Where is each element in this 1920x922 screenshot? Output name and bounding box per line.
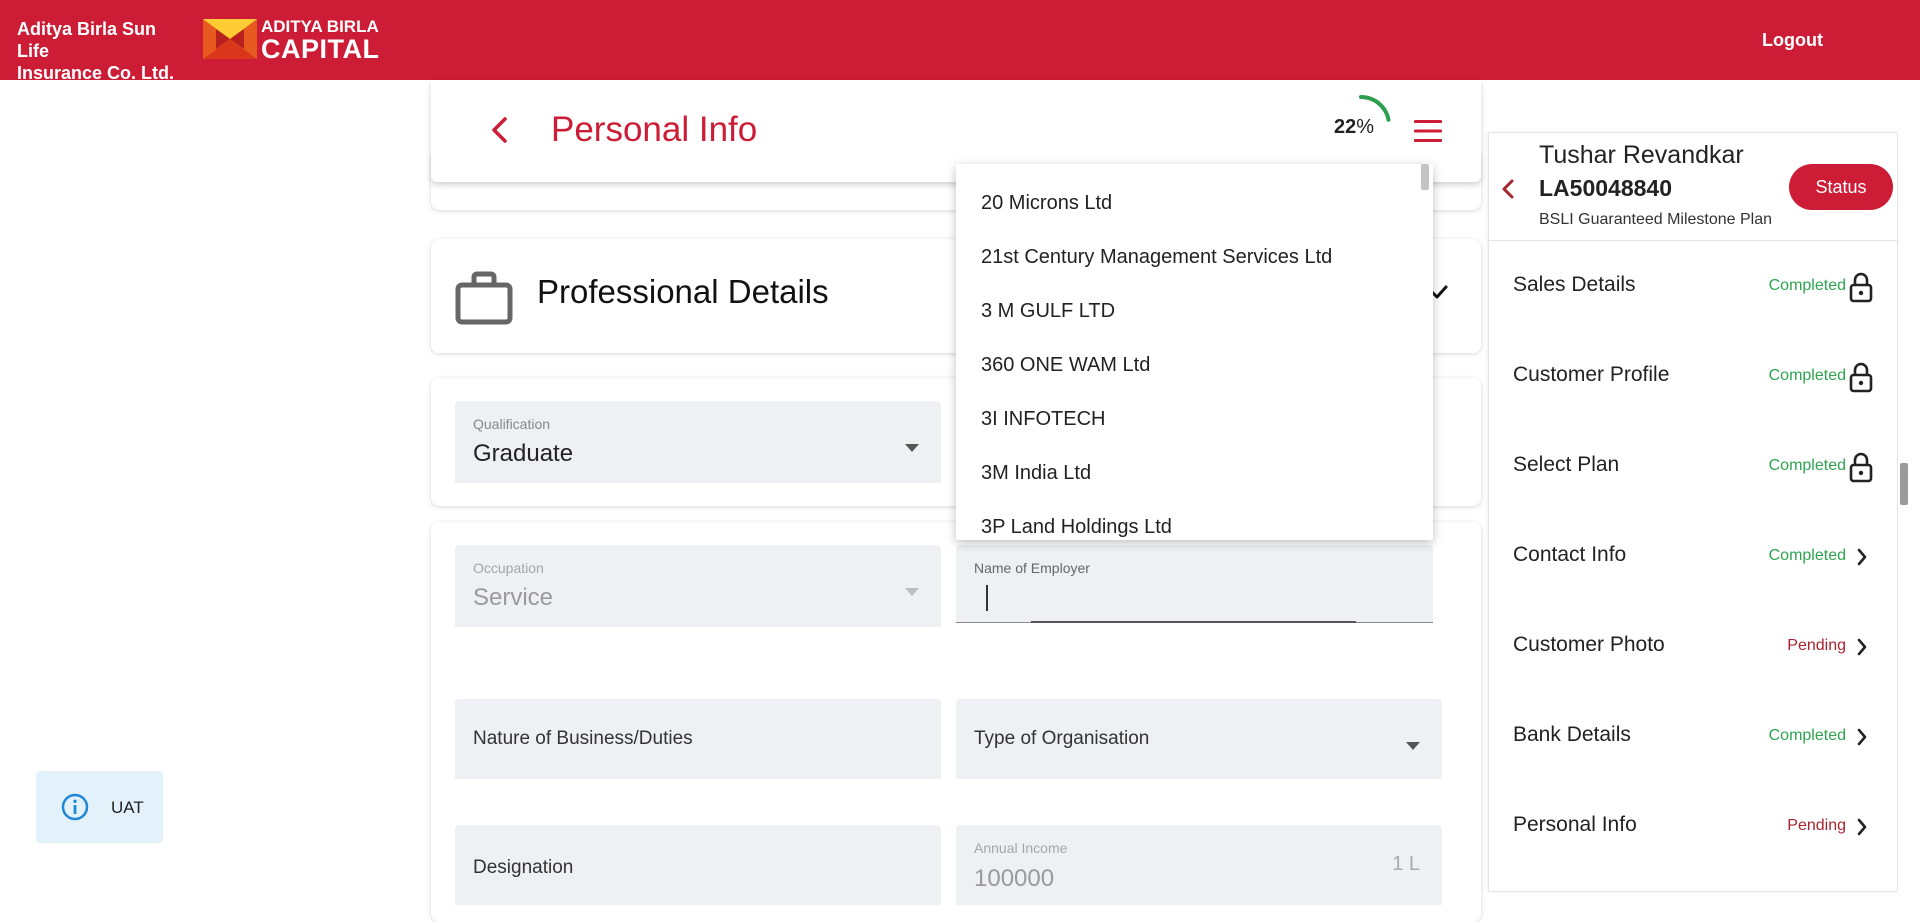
sidebar-item-status: Completed (1768, 457, 1846, 474)
qualification-label: Qualification (473, 416, 551, 432)
environment-label: UAT (111, 798, 144, 817)
sidebar-item-bank-details[interactable]: Bank Details Completed (1489, 703, 1884, 773)
occupation-select: Occupation Service (455, 545, 941, 627)
brand-name: Aditya Birla Sun Life Insurance Co. Ltd. (17, 18, 177, 84)
chevron-right-icon (1857, 638, 1867, 656)
focus-underline (1031, 621, 1356, 623)
text-cursor (986, 585, 988, 611)
sidebar-item-sales-details[interactable]: Sales Details Completed (1489, 253, 1884, 323)
sidebar-item-customer-profile[interactable]: Customer Profile Completed (1489, 343, 1884, 413)
dropdown-arrow-icon (905, 444, 919, 452)
dropdown-scrollbar[interactable] (1421, 164, 1429, 190)
organisation-type-placeholder: Type of Organisation (974, 728, 1150, 749)
page-title: Personal Info (551, 110, 758, 149)
lock-icon (1849, 452, 1873, 483)
sidebar-scrollbar[interactable] (1898, 132, 1910, 879)
sidebar-item-label: Select Plan (1513, 453, 1620, 476)
employer-autocomplete-list[interactable]: 20 Microns Ltd 21st Century Management S… (956, 164, 1433, 540)
section-title: Professional Details (537, 273, 829, 310)
sidebar-scrollbar-thumb[interactable] (1900, 463, 1908, 505)
annual-income-value: 100000 (974, 865, 1055, 892)
logo-line-2: CAPITAL (261, 34, 380, 64)
brand-line-2: Insurance Co. Ltd. (17, 63, 175, 83)
employer-name-input[interactable]: Name of Employer (956, 545, 1433, 623)
occupation-value: Service (473, 584, 554, 611)
dropdown-arrow-icon (905, 588, 919, 596)
sidebar-item-status: Completed (1768, 367, 1846, 384)
designation-input[interactable]: Designation (455, 825, 941, 905)
employer-option[interactable]: 20 Microns Ltd (981, 192, 1112, 215)
application-sidebar: Tushar Revandkar LA50048840 BSLI Guarant… (1488, 132, 1898, 892)
sidebar-item-status: Completed (1768, 547, 1846, 564)
employer-option[interactable]: 3I INFOTECH (981, 408, 1105, 431)
chevron-left-icon[interactable] (1499, 175, 1517, 203)
sidebar-item-personal-info[interactable]: Personal Info Pending (1489, 793, 1884, 863)
occupation-label: Occupation (473, 560, 544, 576)
sidebar-item-label: Customer Photo (1513, 633, 1665, 656)
capital-logo-text: ADITYA BIRLA CAPITAL (261, 18, 380, 64)
back-chevron-icon[interactable] (486, 116, 514, 144)
employer-option[interactable]: 3M India Ltd (981, 462, 1091, 485)
income-unit-label: 1 L (1392, 853, 1420, 875)
employer-option[interactable]: 3P Land Holdings Ltd (981, 516, 1172, 539)
briefcase-icon (455, 271, 513, 325)
sidebar-item-label: Personal Info (1513, 813, 1637, 836)
qualification-select[interactable]: Qualification Graduate (455, 401, 941, 483)
chevron-right-icon (1857, 818, 1867, 836)
qualification-value: Graduate (473, 440, 574, 467)
sidebar-item-contact-info[interactable]: Contact Info Completed (1489, 523, 1884, 593)
sidebar-item-label: Contact Info (1513, 543, 1627, 566)
employer-option[interactable]: 360 ONE WAM Ltd (981, 354, 1150, 377)
plan-name: BSLI Guaranteed Milestone Plan (1539, 211, 1773, 228)
sidebar-item-label: Bank Details (1513, 723, 1631, 746)
sidebar-item-status: Pending (1787, 637, 1846, 654)
lock-icon (1849, 272, 1873, 303)
employer-label: Name of Employer (974, 560, 1090, 576)
designation-placeholder: Designation (473, 857, 574, 878)
sidebar-item-label: Customer Profile (1513, 363, 1670, 386)
info-icon (61, 793, 89, 821)
professional-form-card: Occupation Service Name of Employer Natu… (431, 522, 1481, 922)
annual-income-label: Annual Income (974, 840, 1068, 856)
logout-button[interactable]: Logout (1762, 30, 1823, 51)
application-id: LA50048840 (1539, 175, 1672, 201)
lock-icon (1849, 362, 1873, 393)
employer-option[interactable]: 21st Century Management Services Ltd (981, 246, 1332, 269)
environment-badge[interactable]: UAT (36, 771, 163, 843)
progress-value: 22 (1334, 116, 1357, 138)
nature-of-business-input[interactable]: Nature of Business/Duties (455, 699, 941, 779)
sidebar-item-status: Pending (1787, 817, 1846, 834)
organisation-type-select[interactable]: Type of Organisation (956, 699, 1442, 779)
sidebar-item-select-plan[interactable]: Select Plan Completed (1489, 433, 1884, 503)
app-header: Aditya Birla Sun Life Insurance Co. Ltd.… (0, 0, 1920, 83)
progress-indicator: 22% (1334, 116, 1374, 139)
sidebar-item-status: Completed (1768, 727, 1846, 744)
chevron-right-icon (1857, 548, 1867, 566)
brand-line-1: Aditya Birla Sun Life (17, 19, 157, 61)
chevron-right-icon (1857, 728, 1867, 746)
customer-name: Tushar Revandkar (1539, 141, 1744, 169)
sidebar-item-customer-photo[interactable]: Customer Photo Pending (1489, 613, 1884, 683)
nature-of-business-placeholder: Nature of Business/Duties (473, 728, 693, 749)
dropdown-arrow-icon (1406, 742, 1420, 750)
progress-unit: % (1356, 116, 1375, 138)
sidebar-item-label: Sales Details (1513, 273, 1636, 296)
divider (1489, 240, 1897, 241)
annual-income-input: Annual Income 100000 1 L (956, 825, 1442, 905)
sidebar-item-status: Completed (1768, 277, 1846, 294)
status-button[interactable]: Status (1789, 164, 1893, 210)
aditya-birla-logo-icon (203, 19, 257, 59)
hamburger-menu-icon[interactable] (1414, 118, 1442, 144)
employer-option[interactable]: 3 M GULF LTD (981, 300, 1115, 323)
